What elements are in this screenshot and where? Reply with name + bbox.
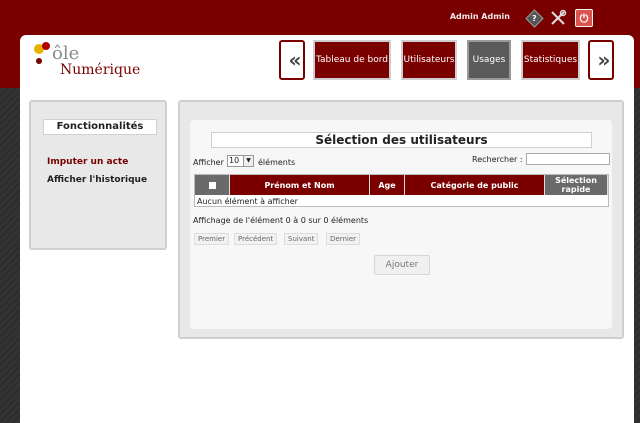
select-all-checkbox[interactable] <box>208 181 216 189</box>
tab-tableau-de-bord[interactable]: Tableau de bord <box>313 40 391 80</box>
pager-last-button[interactable]: Dernier <box>326 233 361 245</box>
top-bar: Admin Admin ? ⏻ <box>0 0 640 35</box>
content-panel: Sélection des utilisateurs Afficher 10 ▼… <box>178 100 624 339</box>
search-input[interactable] <box>526 153 610 165</box>
search-label: Rechercher : <box>472 155 523 164</box>
column-header-name[interactable]: Prénom et Nom <box>230 175 370 195</box>
double-chevron-right-icon: » <box>597 48 611 72</box>
logo-line-1: ôle <box>52 43 80 64</box>
sidebar-title: Fonctionnalités <box>43 119 157 135</box>
help-icon[interactable]: ? <box>524 8 544 28</box>
username: Admin Admin <box>449 12 510 21</box>
add-button[interactable]: Ajouter <box>374 255 430 275</box>
table-info: Affichage de l'élément 0 à 0 sur 0 éléme… <box>193 216 369 225</box>
main-area: Fonctionnalités Imputer un acte Afficher… <box>20 88 634 423</box>
logo[interactable]: ôle Numérique <box>32 40 152 84</box>
users-table: Prénom et Nom Age Catégorie de public Sé… <box>194 174 609 207</box>
page-title: Sélection des utilisateurs <box>211 132 592 148</box>
nav-prev-button[interactable]: « <box>279 40 305 80</box>
tab-statistiques[interactable]: Statistiques <box>521 40 580 80</box>
power-icon[interactable]: ⏻ <box>574 8 594 28</box>
pager-next-button[interactable]: Suivant <box>284 233 319 245</box>
tab-utilisateurs[interactable]: Utilisateurs <box>401 40 457 80</box>
tab-usages[interactable]: Usages <box>467 40 511 80</box>
panel-inner: Sélection des utilisateurs Afficher 10 ▼… <box>190 120 612 329</box>
column-header-category[interactable]: Catégorie de public <box>405 175 545 195</box>
length-select[interactable]: 10 ▼ <box>227 155 254 167</box>
sidebar-item-afficher-historique[interactable]: Afficher l'historique <box>47 175 147 185</box>
select-all-header[interactable] <box>195 175 230 195</box>
logo-line-2: Numérique <box>60 62 141 78</box>
pager-first-button[interactable]: Premier <box>194 233 230 245</box>
column-header-quick-select[interactable]: Sélection rapide <box>545 175 608 195</box>
column-header-age[interactable]: Age <box>370 175 405 195</box>
table-empty-message: Aucun élément à afficher <box>197 197 298 206</box>
length-suffix: éléments <box>258 158 296 167</box>
sidebar: Fonctionnalités Imputer un acte Afficher… <box>29 100 167 250</box>
sidebar-item-imputer-un-acte[interactable]: Imputer un acte <box>47 157 128 167</box>
chevron-down-icon: ▼ <box>243 156 253 166</box>
length-label: Afficher <box>193 158 224 167</box>
tools-icon[interactable] <box>548 8 568 28</box>
double-chevron-left-icon: « <box>288 48 302 72</box>
header: ôle Numérique « Tableau de bord Utilisat… <box>20 35 634 88</box>
nav-next-button[interactable]: » <box>588 40 614 80</box>
pager-previous-button[interactable]: Précédent <box>234 233 278 245</box>
